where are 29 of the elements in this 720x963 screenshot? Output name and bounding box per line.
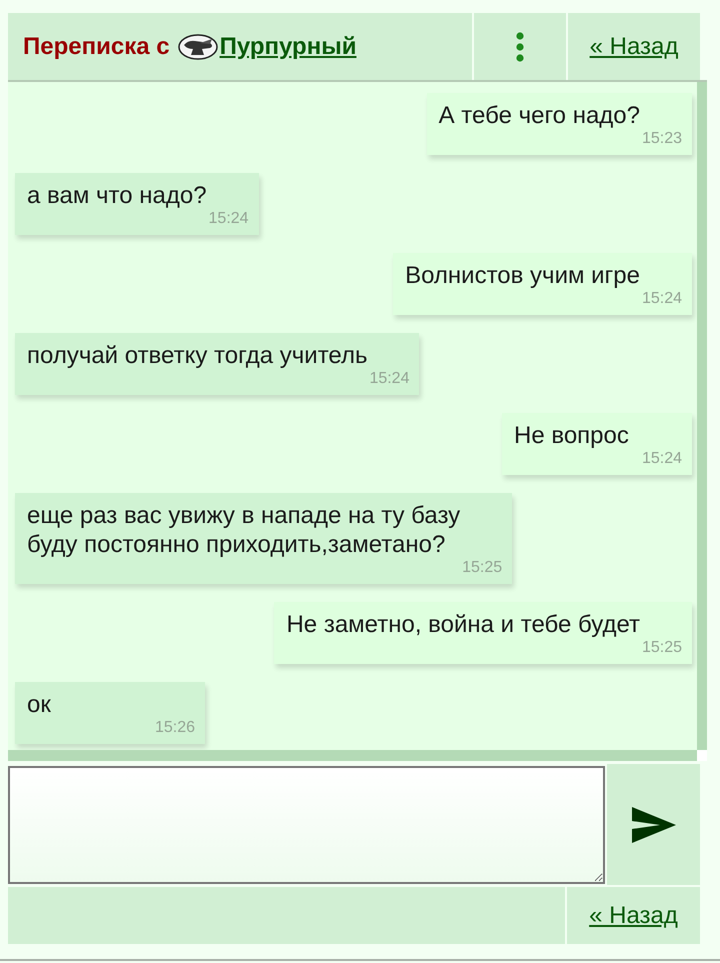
message-time: 15:24: [642, 290, 682, 308]
message-time: 15:23: [642, 130, 682, 148]
back-link[interactable]: « Назад: [589, 902, 678, 930]
message-text: еще раз вас увижу в нападе на ту базу буду постоянно приходить,заметано?: [27, 501, 460, 559]
message-text: а вам что надо?: [27, 181, 207, 210]
scrollbar-corner: [697, 750, 707, 761]
message-text: Не заметно, война и тебе будет: [286, 610, 640, 639]
send-icon: [632, 806, 676, 842]
message-input-field[interactable]: [8, 766, 605, 884]
message-time: 15:25: [462, 559, 502, 577]
back-link[interactable]: « Назад: [590, 32, 678, 60]
vertical-scrollbar[interactable]: [697, 82, 707, 750]
message-text: А тебе чего надо?: [438, 101, 640, 130]
message-time: 15:24: [642, 450, 682, 468]
more-menu-button[interactable]: [474, 13, 566, 80]
message-time: 15:24: [369, 370, 410, 388]
message-time: 15:25: [642, 639, 682, 657]
avatar-icon: [178, 34, 218, 60]
message-text: Волнистов учим игре: [405, 261, 640, 290]
message-text: получай ответку тогда учитель: [27, 341, 368, 370]
send-button[interactable]: [607, 764, 700, 885]
more-vertical-icon: [516, 32, 524, 62]
message-time: 15:24: [208, 210, 249, 228]
message-time: 15:26: [154, 719, 195, 737]
message-text: Не вопрос: [514, 421, 629, 450]
contact-name-link[interactable]: Пурпурный: [220, 32, 356, 60]
horizontal-scrollbar[interactable]: [8, 750, 697, 761]
conversation-title: Переписка с: [23, 32, 170, 60]
message-text: ок: [27, 690, 51, 719]
